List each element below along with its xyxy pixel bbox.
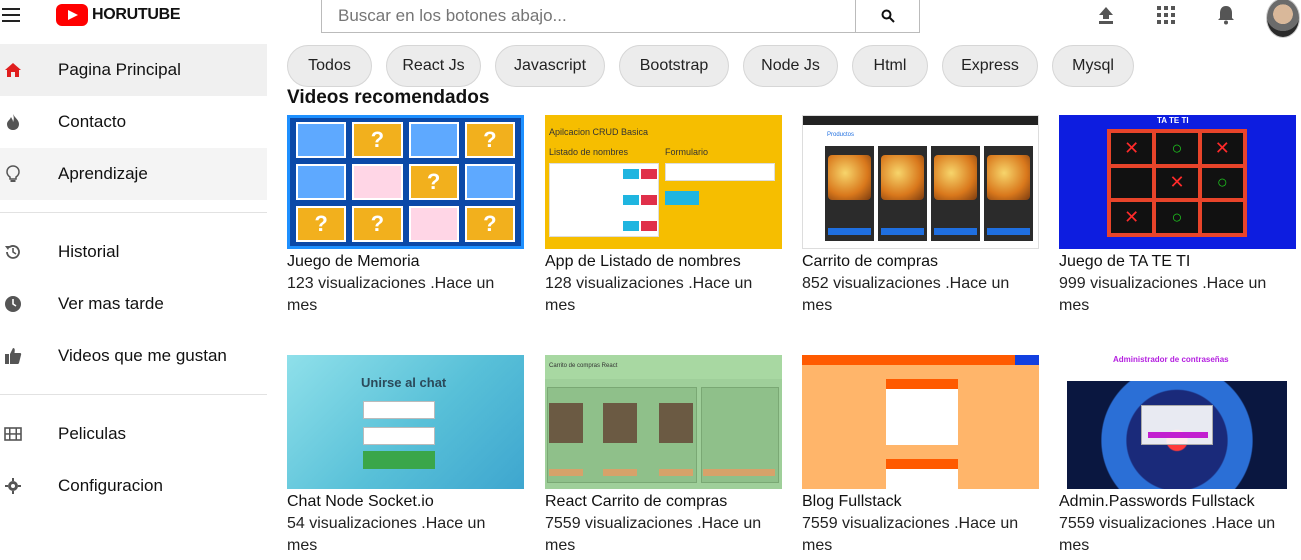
video-meta: 7559 visualizaciones .Hace un [1059,515,1276,532]
sidebar-item-label: Ver mas tarde [58,294,164,313]
video-title[interactable]: Chat Node Socket.io [287,491,524,513]
sidebar-item-label: Videos que me gustan [58,346,227,365]
video-meta: mes [802,297,833,314]
thumbs-up-icon [4,347,22,365]
chip-react-js[interactable]: React Js [386,45,481,87]
search-icon [881,9,895,23]
video-meta: 7559 visualizaciones .Hace un [545,515,762,532]
fire-icon [4,113,22,131]
menu-icon[interactable] [2,8,20,24]
video-meta: 123 visualizaciones .Hace un [287,275,495,292]
video-card[interactable]: Unirse al chat Chat Node Socket.io 54 vi… [287,355,524,557]
video-thumbnail[interactable]: ?? ? ??? [287,115,524,249]
sidebar-item-home[interactable]: Pagina Principal [0,44,267,96]
video-card[interactable]: ?? ? ??? Juego de Memoria 123 visualizac… [287,115,524,317]
video-meta: mes [287,537,318,554]
video-title[interactable]: Admin.Passwords Fullstack [1059,491,1296,513]
video-meta: mes [545,537,576,554]
thumb-text: Productos [827,132,855,138]
home-icon [4,61,22,79]
clock-icon [4,295,22,313]
chip-todos[interactable]: Todos [287,45,372,87]
logo[interactable]: HORUTUBE [56,4,181,26]
video-thumbnail[interactable]: Administrador de contraseñas [1059,355,1296,489]
video-meta: mes [1059,297,1090,314]
chip-express[interactable]: Express [942,45,1038,87]
video-card[interactable]: TA TE TI ✕ ○ ✕ ✕ ○ ✕ ○ Juego de TA TE TI 999… [1059,115,1296,317]
gear-icon [4,477,22,495]
history-icon [4,243,22,261]
top-header: HORUTUBE [0,0,1301,38]
thumb-text: Carrito de compras React [549,363,618,369]
chip-node-js[interactable]: Node Js [743,45,838,87]
sidebar-item-videos-que-me-gustan[interactable]: Videos que me gustan [0,330,267,382]
video-thumbnail[interactable]: Apilcacion CRUD Basica Listado de nombre… [545,115,782,249]
sidebar-item-configuracion[interactable]: Configuracion [0,460,267,512]
video-card[interactable]: Blog Fullstack 7559 visualizaciones .Hac… [802,355,1039,557]
thumb-text: Unirse al chat [361,375,447,390]
apps-icon[interactable] [1154,4,1178,26]
chip-html[interactable]: Html [852,45,928,87]
sidebar-item-label: Configuracion [58,476,163,495]
video-meta: 128 visualizaciones .Hace un [545,275,753,292]
video-meta: mes [287,297,318,314]
sidebar-item-label: Contacto [58,112,127,131]
sidebar-item-historial[interactable]: Historial [0,226,267,278]
video-meta: 852 visualizaciones .Hace un [802,275,1010,292]
video-title[interactable]: Juego de Memoria [287,251,524,273]
video-title[interactable]: React Carrito de compras [545,491,782,513]
sidebar-item-label: Historial [58,242,120,261]
video-thumbnail[interactable]: Productos [802,115,1039,249]
sidebar-item-aprendizaje[interactable]: Aprendizaje [0,148,267,200]
video-card[interactable]: Apilcacion CRUD Basica Listado de nombre… [545,115,782,317]
video-title[interactable]: Carrito de compras [802,251,1039,273]
sidebar-item-peliculas[interactable]: Peliculas [0,408,267,460]
video-meta: 54 visualizaciones .Hace un [287,515,486,532]
sidebar-divider [0,212,267,213]
search-bar [321,0,920,33]
video-title[interactable]: Juego de TA TE TI [1059,251,1296,273]
video-meta: mes [1059,537,1090,554]
film-icon [4,425,22,443]
lightbulb-icon [4,165,22,183]
sidebar-item-label: Aprendizaje [58,164,148,183]
video-thumbnail[interactable] [802,355,1039,489]
video-card[interactable]: Administrador de contraseñas Admin.Passw… [1059,355,1296,557]
thumb-text: Administrador de contraseñas [1113,355,1229,364]
video-thumbnail[interactable]: TA TE TI ✕ ○ ✕ ✕ ○ ✕ ○ [1059,115,1296,249]
search-button[interactable] [855,0,919,32]
video-card[interactable]: Productos Carrito de compras 852 visuali… [802,115,1039,317]
category-chips: Todos React Js Javascript Bootstrap Node… [287,45,1134,87]
section-title: Videos recomendados [287,87,490,108]
sidebar-item-ver-mas-tarde[interactable]: Ver mas tarde [0,278,267,330]
chip-mysql[interactable]: Mysql [1052,45,1134,87]
video-meta: mes [802,537,833,554]
notifications-icon[interactable] [1214,4,1238,26]
thumb-text: Apilcacion CRUD Basica [549,127,649,137]
youtube-logo-icon [56,4,88,26]
video-meta: mes [545,297,576,314]
sidebar-item-contacto[interactable]: Contacto [0,96,267,148]
sidebar-item-label: Peliculas [58,424,127,443]
search-input[interactable] [322,0,855,32]
video-thumbnail[interactable]: Unirse al chat [287,355,524,489]
sidebar-item-label: Pagina Principal [58,60,181,79]
avatar[interactable] [1266,0,1300,38]
thumb-text: Formulario [665,147,709,157]
chip-bootstrap[interactable]: Bootstrap [619,45,729,87]
video-card[interactable]: Carrito de compras React React Carrito d… [545,355,782,557]
video-thumbnail[interactable]: Carrito de compras React [545,355,782,489]
thumb-text: TA TE TI [1157,116,1189,125]
sidebar: Pagina Principal Contacto Aprendizaje Hi… [0,44,267,512]
video-meta: 7559 visualizaciones .Hace un [802,515,1019,532]
logo-text: HORUTUBE [92,6,181,23]
thumb-text: Listado de nombres [549,147,629,157]
upload-icon[interactable] [1094,4,1118,26]
video-meta: 999 visualizaciones .Hace un [1059,275,1267,292]
video-title[interactable]: App de Listado de nombres [545,251,782,273]
sidebar-divider [0,394,267,395]
chip-javascript[interactable]: Javascript [495,45,605,87]
video-title[interactable]: Blog Fullstack [802,491,1039,513]
